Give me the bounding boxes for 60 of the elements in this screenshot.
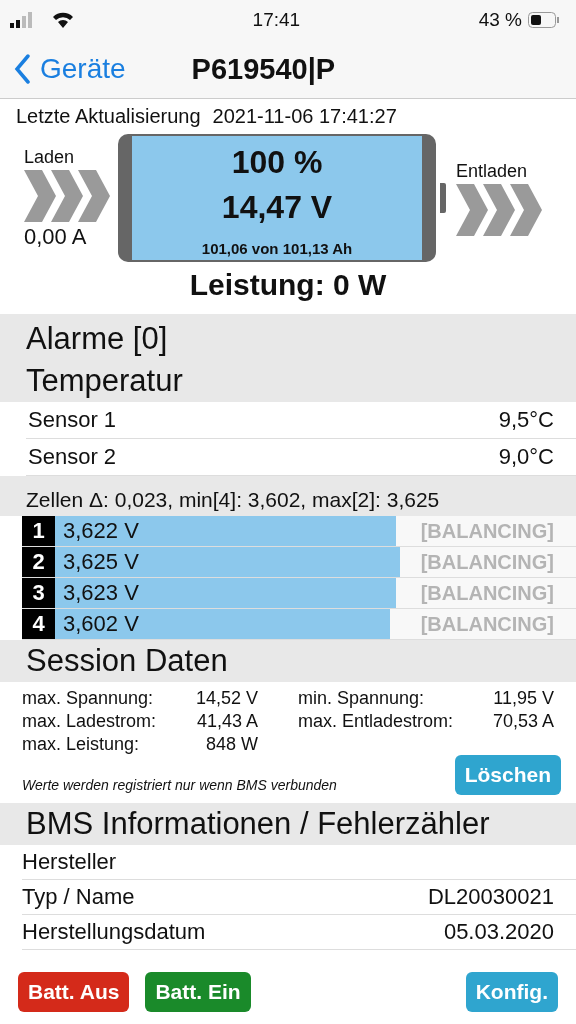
cell-number: 3 [22,578,55,608]
stat-label: max. Entladestrom: [297,711,453,732]
alarms-heading: Alarme [0] [25,320,169,358]
cell-voltage: 3,602 V [62,611,139,637]
charge-label: Laden [24,146,75,168]
battery-icon [528,12,560,28]
chevrons-icon [456,183,542,236]
discharge-label: Entladen [456,160,528,182]
stat-label: max. Spannung: [22,688,155,709]
clear-button[interactable]: Löschen [454,755,561,795]
balancing-status: [BALANCING] [420,519,555,543]
stat-label: min. Spannung: [297,688,426,709]
charge-percent: 100 % [231,144,323,181]
chevron-left-icon [14,54,30,84]
session-note: Werte werden registriert nur wenn BMS verbunden [22,777,337,795]
cell-voltage: 3,622 V [62,518,139,544]
sensor-value: 9,0°C [498,444,554,470]
stat-value: 70,53 A [492,711,554,732]
power-reading: Leistung: 0 W [188,267,388,303]
info-value: DL20030021 [428,884,554,910]
update-time: 2021-11-06 17:41:27 [212,105,397,128]
stat-value: 11,95 V [492,688,554,709]
clock-time: 17:41 [252,9,301,31]
capacity-text: 101,06 von 101,13 Ah [201,240,353,257]
battery-percent: 43 % [478,9,522,31]
stat-value: 14,52 V [195,688,259,709]
sensor-value: 9,5°C [498,407,554,433]
current-value: 0,00 A [24,223,87,250]
cell-voltage: 3,625 V [62,549,139,575]
stat-value: 41,43 A [195,711,259,732]
cell-number: 1 [22,516,55,546]
wifi-icon [52,12,74,28]
info-label: Typ / Name [22,884,135,910]
battery-terminal [440,183,446,213]
battery-voltage: 14,47 V [221,189,333,226]
stat-label: max. Ladestrom: [22,711,157,732]
back-button[interactable]: Geräte [0,52,132,86]
action-button[interactable]: Batt. Aus [18,972,130,1012]
sensor-name: Sensor 2 [28,444,117,470]
action-button[interactable]: Batt. Ein [145,972,251,1012]
cells-summary: Zellen Δ: 0,023, min[4]: 3,602, max[2]: 3,625 [0,476,576,516]
cell-number: 2 [22,547,55,577]
info-label: Hersteller [22,849,117,875]
chevrons-icon [24,169,110,222]
balancing-status: [BALANCING] [420,581,555,605]
action-button[interactable]: Konfig. [465,972,558,1012]
sensor-name: Sensor 1 [28,407,117,433]
balancing-status: [BALANCING] [420,550,555,574]
balancing-status: [BALANCING] [420,612,555,636]
stat-label: max. Leistung: [22,734,141,755]
stat-value: 848 W [205,734,259,755]
screen-title: P619540|P [191,52,336,86]
cell-voltage: 3,623 V [62,580,139,606]
temperature-heading: Temperatur [25,362,184,400]
info-label: Herstellungsdatum [22,919,206,945]
update-label: Letzte Aktualisierung [16,105,201,128]
session-heading: Session Daten [0,640,576,682]
info-value: 05.03.2020 [443,919,554,945]
bms-heading: BMS Informationen / Fehlerzähler [0,803,576,845]
cell-number: 4 [22,609,55,639]
